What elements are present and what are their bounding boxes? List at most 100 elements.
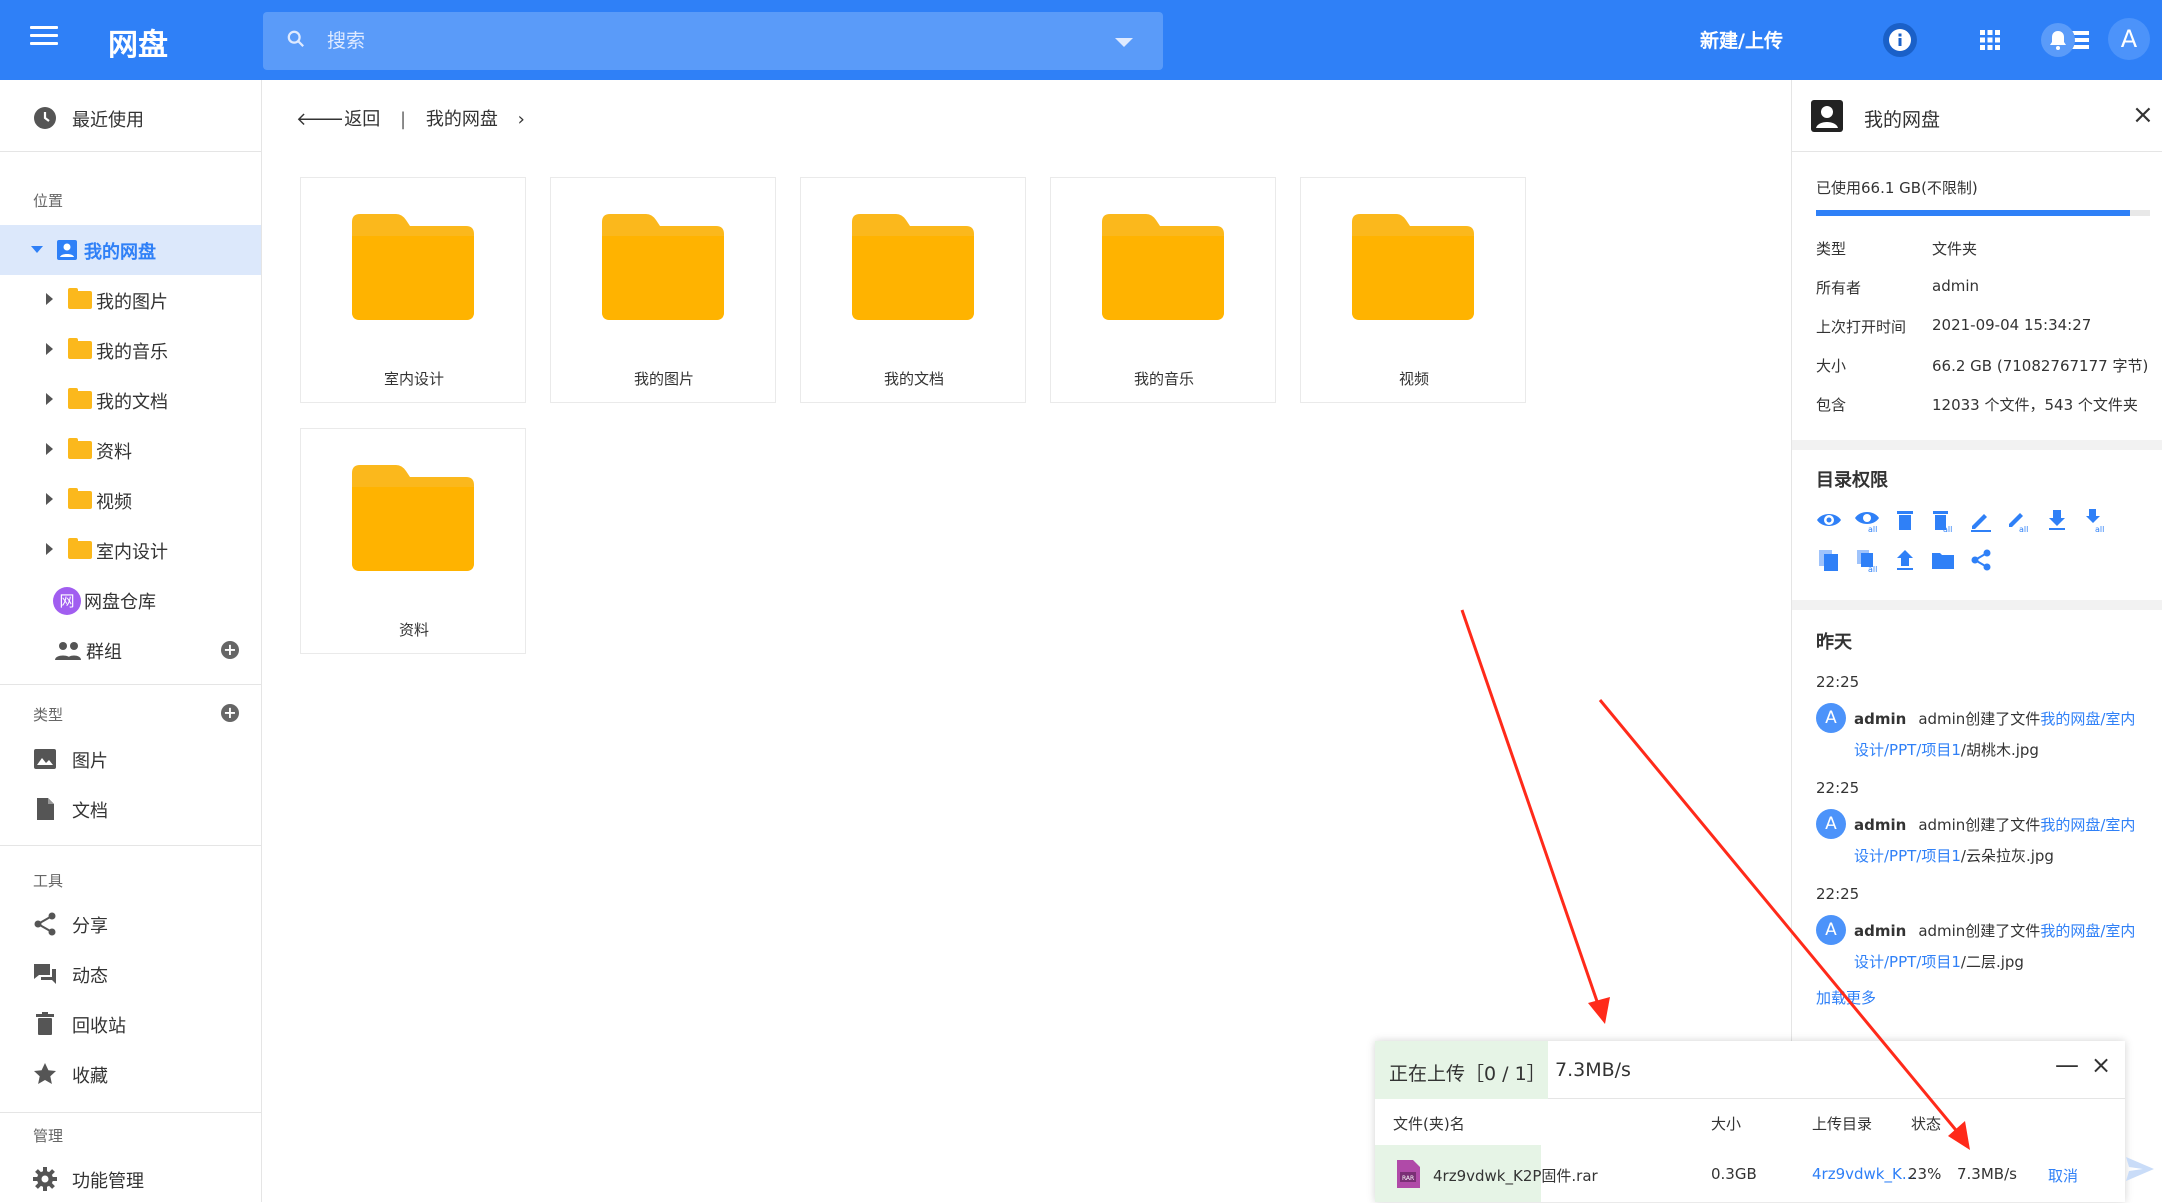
sidebar-item-activity[interactable]: 动态 bbox=[0, 948, 261, 998]
tree-item-folder[interactable]: 我的图片 bbox=[0, 275, 261, 325]
delete-all-permission-icon[interactable]: all bbox=[1930, 507, 1956, 533]
copy-permission-icon[interactable] bbox=[1816, 547, 1842, 573]
expand-arrow-icon[interactable] bbox=[46, 443, 53, 455]
expand-arrow-icon[interactable] bbox=[46, 543, 53, 555]
breadcrumb-current[interactable]: 我的网盘 bbox=[426, 109, 498, 130]
folder-card[interactable]: 我的文档 bbox=[800, 177, 1026, 403]
tree-item-folder[interactable]: 室内设计 bbox=[0, 525, 261, 575]
new-upload-button[interactable]: 新建/上传 bbox=[1700, 26, 1783, 53]
avatar: A bbox=[1816, 915, 1846, 945]
tree-item-folder[interactable]: 我的音乐 bbox=[0, 325, 261, 375]
share-permission-icon[interactable] bbox=[1968, 547, 1994, 573]
storage-progress-bar bbox=[1816, 210, 2150, 216]
section-separator bbox=[1792, 440, 2162, 450]
search-input[interactable] bbox=[327, 24, 1027, 58]
activity-path-link[interactable]: 设计/PPT/项目1 bbox=[1854, 741, 1961, 759]
close-icon[interactable]: × bbox=[2132, 100, 2154, 130]
folder-card[interactable]: 资料 bbox=[300, 428, 526, 654]
sidebar-item-warehouse[interactable]: 网 网盘仓库 bbox=[0, 575, 261, 625]
download-permission-icon[interactable] bbox=[2044, 507, 2070, 533]
column-header-name: 文件(夹)名 bbox=[1393, 1115, 1465, 1133]
tree-item-folder[interactable]: 视频 bbox=[0, 475, 261, 525]
folder-icon bbox=[852, 214, 974, 320]
sidebar-item-label: 动态 bbox=[72, 966, 108, 987]
upload-percent: 23% bbox=[1908, 1165, 1942, 1183]
notification-bell-icon[interactable] bbox=[2040, 22, 2076, 58]
activity-file: /二层.jpg bbox=[1960, 953, 2024, 971]
breadcrumb-chevron-icon[interactable]: › bbox=[518, 109, 525, 130]
folder-name: 室内设计 bbox=[383, 370, 444, 388]
column-header-state: 状态 bbox=[1911, 1115, 1942, 1133]
tree-item-label: 我的文档 bbox=[96, 392, 168, 413]
user-avatar[interactable]: A bbox=[2108, 18, 2150, 60]
svg-text:all: all bbox=[1868, 525, 1877, 533]
search-bar[interactable] bbox=[263, 12, 1163, 70]
upload-table-header: 文件(夹)名 大小 上传目录 状态 bbox=[1375, 1099, 2125, 1145]
activity-path-link[interactable]: 我的网盘/室内 bbox=[2040, 710, 2135, 728]
sidebar-item-trash[interactable]: 回收站 bbox=[0, 998, 261, 1048]
sidebar-item-label: 图片 bbox=[72, 751, 108, 772]
folder-card[interactable]: 我的音乐 bbox=[1050, 177, 1276, 403]
image-icon bbox=[34, 749, 56, 769]
activity-user: admin bbox=[1854, 710, 1907, 728]
upload-status-text: 正在上传［0 / 1］ bbox=[1389, 1063, 1546, 1085]
sidebar-item-documents[interactable]: 文档 bbox=[0, 783, 261, 833]
view-all-permission-icon[interactable]: all bbox=[1854, 507, 1880, 533]
expanded-caret-icon[interactable] bbox=[31, 246, 43, 253]
hamburger-menu-icon[interactable] bbox=[30, 26, 58, 54]
apps-grid-icon[interactable] bbox=[1972, 22, 2008, 58]
view-permission-icon[interactable] bbox=[1816, 507, 1842, 533]
annotation-arrowhead bbox=[1588, 997, 1610, 1024]
activity-time: 22:25 bbox=[1816, 885, 1860, 903]
expand-arrow-icon[interactable] bbox=[46, 493, 53, 505]
divider bbox=[0, 684, 261, 685]
delete-permission-icon[interactable] bbox=[1892, 507, 1918, 533]
tree-item-label: 室内设计 bbox=[96, 542, 168, 563]
upload-permission-icon[interactable] bbox=[1892, 547, 1918, 573]
folder-card[interactable]: 室内设计 bbox=[300, 177, 526, 403]
info-icon[interactable] bbox=[1882, 22, 1918, 58]
sidebar-item-share[interactable]: 分享 bbox=[0, 898, 261, 948]
search-dropdown-icon[interactable] bbox=[1115, 38, 1133, 47]
sidebar-item-feature-management[interactable]: 功能管理 bbox=[0, 1153, 261, 1203]
folder-icon bbox=[352, 214, 474, 320]
sidebar-item-images[interactable]: 图片 bbox=[0, 733, 261, 783]
trash-icon bbox=[36, 1012, 54, 1035]
activity-path-link[interactable]: 我的网盘/室内 bbox=[2040, 816, 2135, 834]
property-value: 文件夹 bbox=[1932, 240, 1978, 258]
copy-all-permission-icon[interactable]: all bbox=[1854, 547, 1880, 573]
minimize-icon[interactable]: — bbox=[2055, 1051, 2079, 1079]
expand-arrow-icon[interactable] bbox=[46, 293, 53, 305]
activity-path-link[interactable]: 设计/PPT/项目1 bbox=[1854, 953, 1961, 971]
tree-item-folder[interactable]: 资料 bbox=[0, 425, 261, 475]
add-group-icon[interactable]: + bbox=[221, 641, 239, 659]
sidebar-item-my-drive[interactable]: 我的网盘 bbox=[0, 225, 261, 275]
sidebar-item-favorites[interactable]: 收藏 bbox=[0, 1048, 261, 1098]
close-icon[interactable]: × bbox=[2091, 1051, 2111, 1079]
activity-path-link[interactable]: 我的网盘/室内 bbox=[2040, 922, 2135, 940]
sidebar-item-groups[interactable]: 群组 + bbox=[0, 625, 261, 675]
folder-icon bbox=[68, 488, 92, 509]
upload-dir-link[interactable]: 4rz9vdwk_K... bbox=[1812, 1165, 1916, 1183]
storage-progress-fill bbox=[1816, 210, 2130, 216]
folder-permission-icon[interactable] bbox=[1930, 547, 1956, 573]
folder-card[interactable]: 视频 bbox=[1300, 177, 1526, 403]
edit-permission-icon[interactable] bbox=[1968, 507, 1994, 533]
folder-card[interactable]: 我的图片 bbox=[550, 177, 776, 403]
account-box-icon bbox=[57, 240, 77, 260]
sidebar-item-recent[interactable]: 最近使用 bbox=[0, 92, 261, 142]
load-more-link[interactable]: 加载更多 bbox=[1816, 987, 1876, 1008]
expand-arrow-icon[interactable] bbox=[46, 393, 53, 405]
add-type-icon[interactable]: + bbox=[221, 704, 239, 722]
back-arrow-icon[interactable]: 🡐 bbox=[296, 109, 344, 130]
download-all-permission-icon[interactable]: all bbox=[2082, 507, 2108, 533]
tree-item-folder[interactable]: 我的文档 bbox=[0, 375, 261, 425]
cancel-upload-button[interactable]: 取消 bbox=[2048, 1165, 2078, 1186]
folder-name: 我的文档 bbox=[883, 370, 944, 388]
edit-all-permission-icon[interactable]: all bbox=[2006, 507, 2032, 533]
expand-arrow-icon[interactable] bbox=[46, 343, 53, 355]
back-link[interactable]: 返回 bbox=[344, 109, 380, 130]
section-heading-tools: 工具 bbox=[33, 872, 64, 890]
activity-path-link[interactable]: 设计/PPT/项目1 bbox=[1854, 847, 1961, 865]
send-icon[interactable] bbox=[2125, 1156, 2155, 1182]
